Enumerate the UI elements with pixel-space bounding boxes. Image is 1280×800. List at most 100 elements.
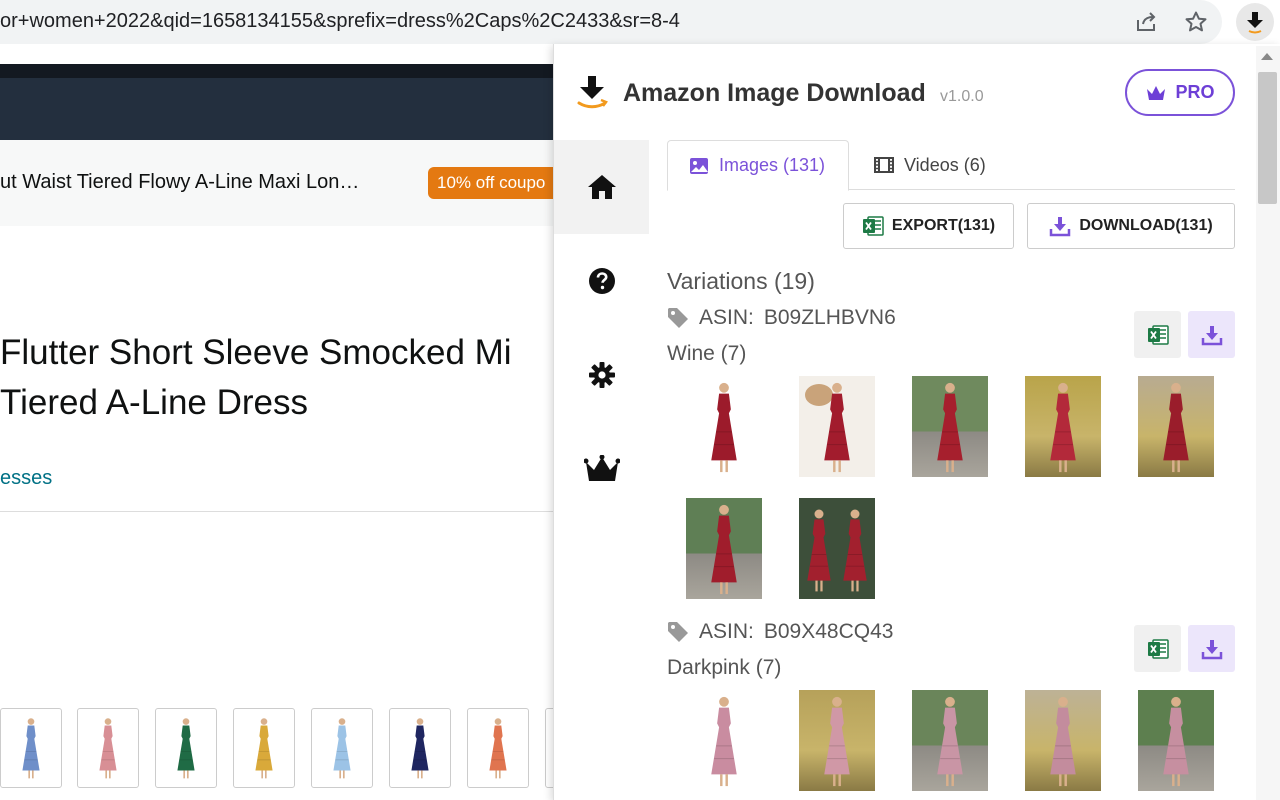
product-title-line-2: Tiered A-Line Dress bbox=[0, 378, 512, 428]
product-image bbox=[686, 690, 762, 791]
product-image-thumbnail[interactable] bbox=[1119, 690, 1232, 791]
pro-label: PRO bbox=[1175, 82, 1214, 103]
tag-icon bbox=[667, 307, 689, 329]
asin-prefix: ASIN: bbox=[699, 620, 754, 644]
product-image-thumbnail[interactable] bbox=[1006, 690, 1119, 791]
nav-settings[interactable] bbox=[554, 328, 649, 422]
product-image bbox=[1138, 690, 1214, 791]
product-image-thumbnail[interactable] bbox=[1119, 376, 1232, 477]
extension-button[interactable] bbox=[1236, 3, 1274, 41]
variation-color-label: Darkpink (7) bbox=[667, 656, 781, 680]
home-icon bbox=[587, 174, 617, 200]
product-image-thumbnail[interactable] bbox=[1006, 376, 1119, 477]
variation-export-button[interactable] bbox=[1134, 311, 1181, 358]
product-image-thumbnail[interactable] bbox=[667, 498, 780, 599]
excel-icon bbox=[1147, 638, 1169, 660]
media-tabs: Images (131) Videos (6) bbox=[667, 140, 1235, 190]
tab-videos-label: Videos (6) bbox=[904, 155, 986, 176]
download-arrow-icon bbox=[1244, 10, 1266, 34]
amazon-page: ut Waist Tiered Flowy A-Line Maxi Lon… 1… bbox=[0, 46, 560, 800]
pro-button[interactable]: PRO bbox=[1125, 69, 1235, 116]
address-bar[interactable]: or+women+2022&qid=1658134155&sprefix=dre… bbox=[0, 0, 1222, 44]
extension-popup: Amazon Image Download v1.0.0 PRO Images … bbox=[553, 44, 1280, 800]
nav-help[interactable] bbox=[554, 234, 649, 328]
product-image bbox=[686, 376, 762, 477]
product-image-thumbnail[interactable] bbox=[780, 498, 893, 599]
crown-icon bbox=[1145, 84, 1167, 102]
gear-icon bbox=[588, 361, 616, 389]
crown-icon bbox=[584, 455, 620, 483]
variation-download-button[interactable] bbox=[1188, 311, 1235, 358]
version-label: v1.0.0 bbox=[940, 88, 984, 106]
image-icon bbox=[689, 157, 709, 175]
product-image-thumbnail[interactable] bbox=[893, 376, 1006, 477]
product-image bbox=[799, 498, 875, 599]
product-image-thumbnail[interactable] bbox=[893, 690, 1006, 791]
product-title-line-1: Flutter Short Sleeve Smocked Mi bbox=[0, 328, 512, 378]
product-image-thumbnail[interactable] bbox=[780, 376, 893, 477]
color-thumbnail[interactable] bbox=[77, 708, 139, 788]
color-thumbnail[interactable] bbox=[311, 708, 373, 788]
amazon-nav-bar bbox=[0, 64, 560, 140]
tab-videos[interactable]: Videos (6) bbox=[853, 140, 1007, 190]
color-thumbnails bbox=[0, 708, 560, 788]
nav-pro[interactable] bbox=[554, 422, 649, 516]
coupon-badge[interactable]: 10% off coupo bbox=[428, 167, 560, 199]
asin-value: B09ZLHBVN6 bbox=[764, 306, 896, 330]
variation-asin-row: ASIN: B09X48CQ43 bbox=[667, 620, 893, 644]
variations-title: Variations (19) bbox=[667, 268, 815, 295]
product-image bbox=[1025, 376, 1101, 477]
category-link[interactable]: esses bbox=[0, 467, 52, 490]
product-image-thumbnail[interactable] bbox=[667, 690, 780, 791]
download-icon bbox=[1049, 215, 1071, 237]
download-icon bbox=[1201, 638, 1223, 660]
export-button[interactable]: EXPORT(131) bbox=[843, 203, 1014, 249]
variation-export-button[interactable] bbox=[1134, 625, 1181, 672]
logo-icon bbox=[576, 74, 608, 110]
popup-header: Amazon Image Download v1.0.0 PRO bbox=[554, 44, 1254, 140]
variation-color-label: Wine (7) bbox=[667, 342, 746, 366]
export-label: EXPORT(131) bbox=[892, 217, 995, 235]
scrollbar-thumb[interactable] bbox=[1258, 72, 1277, 204]
sticky-product-title[interactable]: ut Waist Tiered Flowy A-Line Maxi Lon… bbox=[0, 171, 359, 194]
asin-prefix: ASIN: bbox=[699, 306, 754, 330]
product-image-thumbnail[interactable] bbox=[780, 690, 893, 791]
product-image bbox=[799, 690, 875, 791]
product-image bbox=[1138, 376, 1214, 477]
product-title: Flutter Short Sleeve Smocked Mi Tiered A… bbox=[0, 328, 512, 428]
product-image bbox=[912, 690, 988, 791]
product-image bbox=[686, 498, 762, 599]
download-all-label: DOWNLOAD(131) bbox=[1079, 217, 1212, 235]
product-image bbox=[1025, 690, 1101, 791]
share-icon[interactable] bbox=[1132, 8, 1160, 36]
bookmark-star-icon[interactable] bbox=[1182, 8, 1210, 36]
color-thumbnail[interactable] bbox=[155, 708, 217, 788]
download-all-button[interactable]: DOWNLOAD(131) bbox=[1027, 203, 1235, 249]
download-icon bbox=[1201, 324, 1223, 346]
variations-content: Variations (19) ASIN: B09ZLHBVN6 Wine (7… bbox=[667, 258, 1242, 800]
url-text[interactable]: or+women+2022&qid=1658134155&sprefix=dre… bbox=[0, 10, 680, 33]
variation-download-button[interactable] bbox=[1188, 625, 1235, 672]
tag-icon bbox=[667, 621, 689, 643]
product-image-thumbnail[interactable] bbox=[667, 376, 780, 477]
excel-icon bbox=[862, 215, 884, 237]
popup-title: Amazon Image Download bbox=[623, 79, 926, 108]
nav-home[interactable] bbox=[554, 140, 649, 234]
color-thumbnail[interactable] bbox=[467, 708, 529, 788]
product-image bbox=[799, 376, 875, 477]
color-thumbnail[interactable] bbox=[389, 708, 451, 788]
film-icon bbox=[874, 156, 894, 174]
tab-images-label: Images (131) bbox=[719, 155, 825, 176]
asin-value: B09X48CQ43 bbox=[764, 620, 894, 644]
side-nav bbox=[554, 140, 649, 800]
product-image bbox=[912, 376, 988, 477]
excel-icon bbox=[1147, 324, 1169, 346]
scroll-up-arrow-icon[interactable] bbox=[1261, 53, 1273, 60]
tab-images[interactable]: Images (131) bbox=[667, 140, 849, 191]
help-icon bbox=[588, 267, 616, 295]
color-thumbnail[interactable] bbox=[0, 708, 62, 788]
browser-toolbar: or+women+2022&qid=1658134155&sprefix=dre… bbox=[0, 0, 1280, 46]
divider bbox=[0, 511, 556, 512]
variation-asin-row: ASIN: B09ZLHBVN6 bbox=[667, 306, 896, 330]
color-thumbnail[interactable] bbox=[233, 708, 295, 788]
